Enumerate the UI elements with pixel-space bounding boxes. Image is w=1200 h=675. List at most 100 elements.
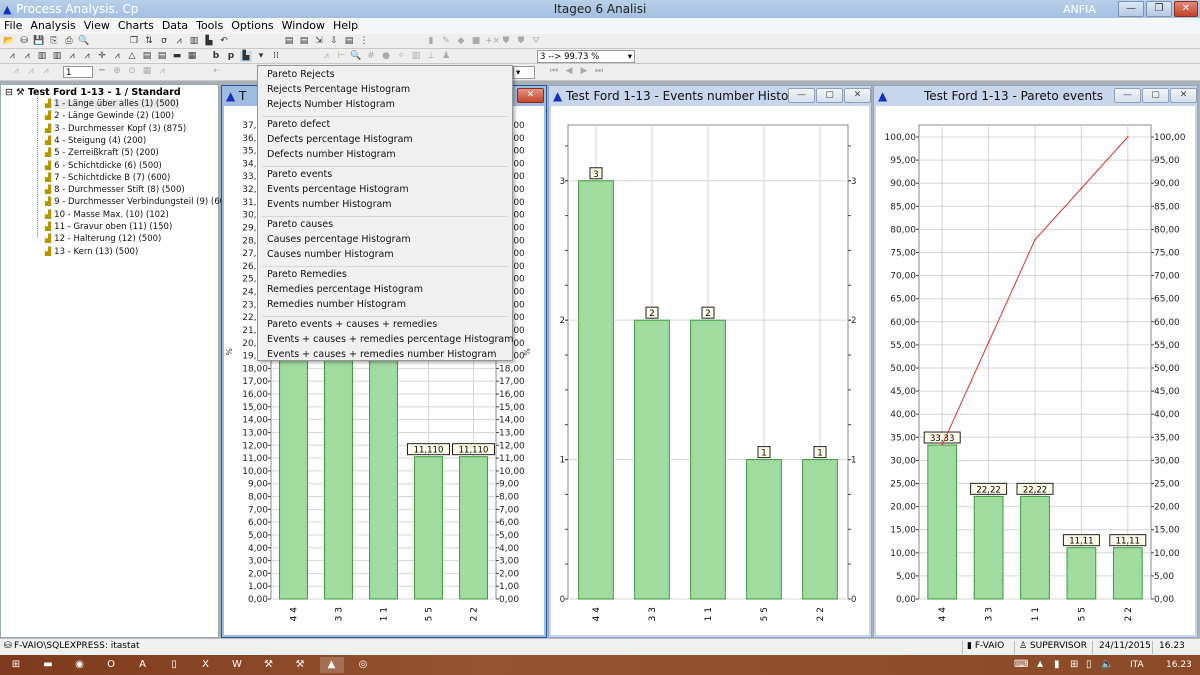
tree-item[interactable]: ▟ 13 - Kern (13) (500) [45, 247, 138, 257]
sigma-level-select[interactable]: 3 --> 99.73 % ▾ [537, 50, 635, 63]
tree-item[interactable]: ▟ 5 - Zerreißkraft (5) (200) [45, 148, 159, 158]
tree-item[interactable]: ▟ 10 - Masse Max. (10) (102) [45, 210, 169, 220]
bar[interactable] [634, 319, 670, 600]
window-title-bar[interactable]: ▲ Test Ford 1-13 - Pareto events — ▢ ✕ [874, 86, 1197, 106]
tree-item[interactable]: ▟ 2 - Länge Gewinde (2) (100) [45, 111, 174, 121]
undo-icon[interactable]: ↶ [218, 36, 230, 47]
previous-icon[interactable]: ◀ [563, 66, 575, 77]
access-icon[interactable]: A [131, 657, 155, 673]
charts-dropdown-icon[interactable]: ▙ [240, 51, 252, 62]
chevron-down-icon[interactable]: ▾ [255, 51, 267, 62]
window-title-bar[interactable]: ▲ Test Ford 1-13 - Events number Histogr… [549, 86, 871, 106]
firefox-icon[interactable]: ◉ [68, 657, 92, 673]
menu-item[interactable]: Causes percentage Histogram [267, 234, 411, 245]
download-icon[interactable]: ⇩ [328, 36, 340, 47]
menu-tools[interactable]: Tools [192, 18, 227, 32]
hd-icon[interactable]: ▤ [156, 51, 168, 62]
tree-item[interactable]: ▟ 8 - Durchmesser Stift (8) (500) [45, 185, 185, 195]
minimize-button[interactable]: — [1114, 88, 1141, 103]
menu-item[interactable]: Events number Histogram [267, 199, 392, 210]
tool-a-icon[interactable]: ⚒ [257, 657, 281, 673]
scatter-icon[interactable]: ⩘ [111, 51, 123, 62]
close-button[interactable]: ✕ [517, 88, 544, 103]
bar[interactable] [459, 456, 488, 600]
table-icon[interactable]: ▤ [343, 36, 355, 47]
volume-icon[interactable]: 🔈 [1101, 659, 1113, 670]
star-icon[interactable]: ✧ [395, 51, 407, 62]
notepad-icon[interactable]: ▯ [162, 657, 186, 673]
crosshair-icon[interactable]: ✛ [96, 51, 108, 62]
filter-icon[interactable]: ⛛ [530, 36, 542, 47]
tree-root[interactable]: ⊟ ⚒ Test Ford 1-13 - 1 / Standard [5, 87, 181, 98]
bar[interactable] [1066, 547, 1097, 600]
menu-item[interactable]: Causes number Histogram [267, 249, 394, 260]
tree-item[interactable]: ▟ 9 - Durchmesser Verbindungsteil (9) (60… [45, 197, 234, 207]
bar-chart-icon[interactable]: ▥ [36, 51, 48, 62]
bar[interactable] [1112, 547, 1143, 600]
windows-start-icon[interactable]: ⊞ [4, 657, 28, 673]
menu-item[interactable]: Pareto events [267, 169, 332, 180]
bar[interactable] [414, 456, 443, 600]
shield-icon[interactable]: ⛊ [515, 36, 527, 47]
tool-b-icon[interactable]: ⚒ [288, 657, 312, 673]
grid-icon[interactable]: ▦ [141, 66, 153, 77]
histogram-icon[interactable]: ▙ [203, 36, 215, 47]
menu-file[interactable]: File [0, 18, 26, 32]
bar[interactable] [690, 319, 726, 600]
slider-icon[interactable]: ━ [96, 66, 108, 77]
table-icon[interactable]: ▤ [141, 51, 153, 62]
triangle-icon[interactable]: △ [126, 51, 138, 62]
tree-item[interactable]: ▟ 7 - Schichtdicke B (7) (600) [45, 173, 170, 183]
tray-expand-icon[interactable]: ▲ [1037, 659, 1043, 668]
menu-analysis[interactable]: Analysis [26, 18, 79, 32]
report-icon[interactable]: ▮ [425, 36, 437, 47]
menu-item[interactable]: Pareto Rejects [267, 69, 335, 80]
taskbar-clock[interactable]: 16.23 [1166, 660, 1192, 670]
close-button[interactable]: ✕ [1170, 88, 1197, 103]
menu-item[interactable]: Rejects Percentage Histogram [267, 84, 410, 95]
next-icon[interactable]: ▶ [578, 66, 590, 77]
export-icon[interactable]: ⎘ [48, 36, 60, 47]
chart-icon[interactable]: ⩘ [40, 66, 52, 77]
bar[interactable] [802, 459, 838, 600]
tree-item[interactable]: ▟ 1 - Länge über alles (1) (500) [45, 99, 179, 109]
last-icon[interactable]: ⏭ [593, 66, 605, 77]
chart-icon[interactable]: ⩘ [10, 66, 22, 77]
outlook-icon[interactable]: O [99, 657, 123, 673]
chart-icon[interactable]: ⩘ [156, 66, 168, 77]
bar-icon[interactable]: ▥ [410, 51, 422, 62]
itageo-icon[interactable]: ▲ [319, 657, 344, 673]
menu-item[interactable]: Events + causes + remedies number Histog… [267, 349, 496, 360]
measure-icon[interactable]: ⊢ [335, 51, 347, 62]
menu-view[interactable]: View [80, 18, 114, 32]
gauge-icon[interactable]: ▬ [171, 51, 183, 62]
stop-icon[interactable]: ■ [470, 36, 482, 47]
restore-button[interactable]: ❐ [1146, 1, 1172, 17]
b-button[interactable]: b [210, 51, 222, 62]
menu-item[interactable]: Pareto defect [267, 119, 330, 130]
menu-item[interactable]: Events percentage Histogram [267, 184, 409, 195]
menu-help[interactable]: Help [329, 18, 362, 32]
menu-item[interactable]: Defects percentage Histogram [267, 134, 413, 145]
line-chart-icon[interactable]: ⩘ [6, 51, 18, 62]
table-icon[interactable]: ▤ [298, 36, 310, 47]
bar-chart-icon[interactable]: ▥ [188, 36, 200, 47]
bar-chart-icon[interactable]: ▥ [51, 51, 63, 62]
minimize-button[interactable]: — [788, 88, 815, 103]
save-icon[interactable]: 💾 [33, 36, 45, 47]
keyboard-icon[interactable]: ⌨ [1014, 659, 1028, 670]
menu-charts[interactable]: Charts [114, 18, 158, 32]
people-icon[interactable]: ♟ [440, 51, 452, 62]
menu-item[interactable]: Defects number Histogram [267, 149, 396, 160]
maximize-button[interactable]: ▢ [816, 88, 843, 103]
chart-icon[interactable]: ⩘ [320, 51, 332, 62]
clear-icon[interactable]: +× [485, 36, 500, 47]
sigma-icon[interactable]: σ [158, 36, 170, 47]
menu-data[interactable]: Data [158, 18, 192, 32]
line-chart-icon[interactable]: ⩘ [21, 51, 33, 62]
line-chart-icon[interactable]: ⩘ [66, 51, 78, 62]
language-indicator[interactable]: ITA [1130, 660, 1144, 670]
menu-item[interactable]: Pareto causes [267, 219, 333, 230]
database-icon[interactable]: ⛁ [18, 36, 30, 47]
tree-item[interactable]: ▟ 11 - Gravur oben (11) (150) [45, 222, 172, 232]
